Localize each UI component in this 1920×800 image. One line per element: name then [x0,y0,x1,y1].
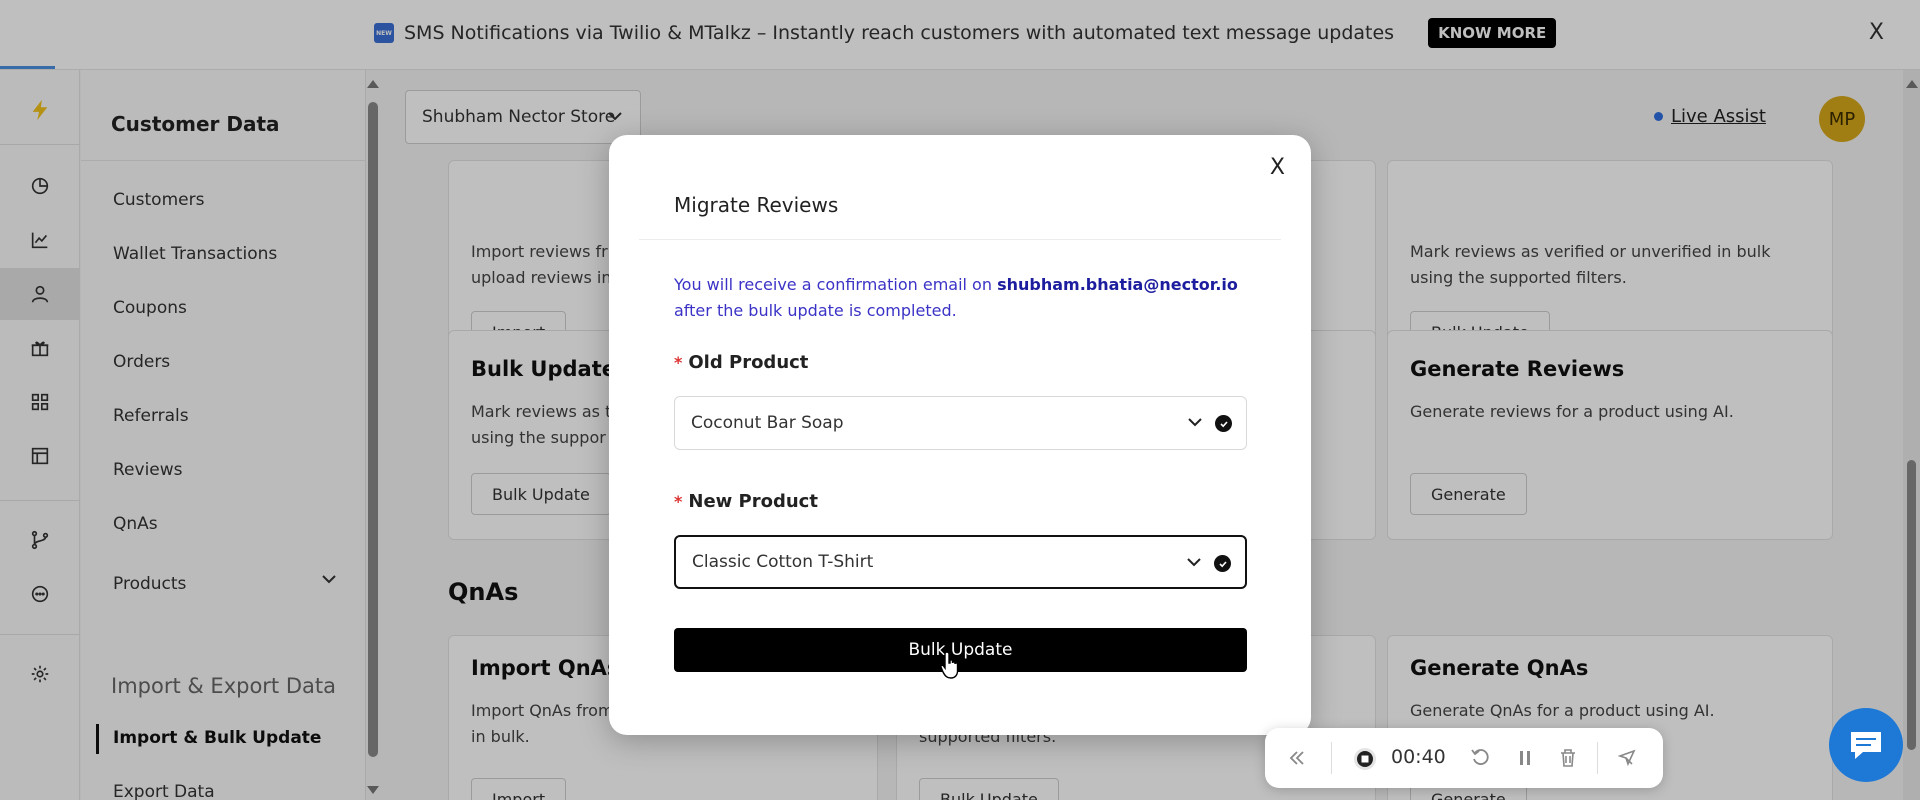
info-suffix: after the bulk update is completed. [674,301,957,320]
recorder-toolbar: 00:40 [1265,728,1663,788]
new-product-label: * New Product [674,491,818,512]
collapse-icon[interactable] [1287,748,1307,768]
check-circle-icon [1215,415,1232,432]
recording-timer: 00:40 [1391,746,1446,768]
chevron-down-icon [1188,418,1202,427]
info-email: shubham.bhatia@nector.io [997,275,1238,294]
old-product-select[interactable]: Coconut Bar Soap [674,396,1247,450]
info-prefix: You will receive a confirmation email on [674,275,998,294]
chevron-down-icon [1187,558,1201,567]
migrate-reviews-modal: X Migrate Reviews You will receive a con… [609,135,1311,735]
trash-icon[interactable] [1557,747,1579,769]
chat-bubble-icon [1851,732,1881,759]
required-mark: * [674,492,683,511]
required-mark: * [674,353,683,372]
restart-icon[interactable] [1470,747,1492,769]
pause-icon[interactable] [1514,747,1536,769]
support-chat-button[interactable] [1829,708,1903,782]
confirmation-info: You will receive a confirmation email on… [674,272,1274,324]
old-product-label: * Old Product [674,352,809,373]
modal-close-button[interactable]: X [1270,155,1285,180]
cursor-select-icon[interactable] [1616,747,1638,769]
modal-title: Migrate Reviews [674,193,839,217]
new-product-select[interactable]: Classic Cotton T-Shirt [674,535,1247,589]
stop-record-icon[interactable] [1353,747,1377,771]
check-circle-icon [1214,555,1231,572]
old-product-value: Coconut Bar Soap [691,413,844,433]
new-product-value: Classic Cotton T-Shirt [692,552,874,572]
hand-cursor-icon [940,651,959,679]
